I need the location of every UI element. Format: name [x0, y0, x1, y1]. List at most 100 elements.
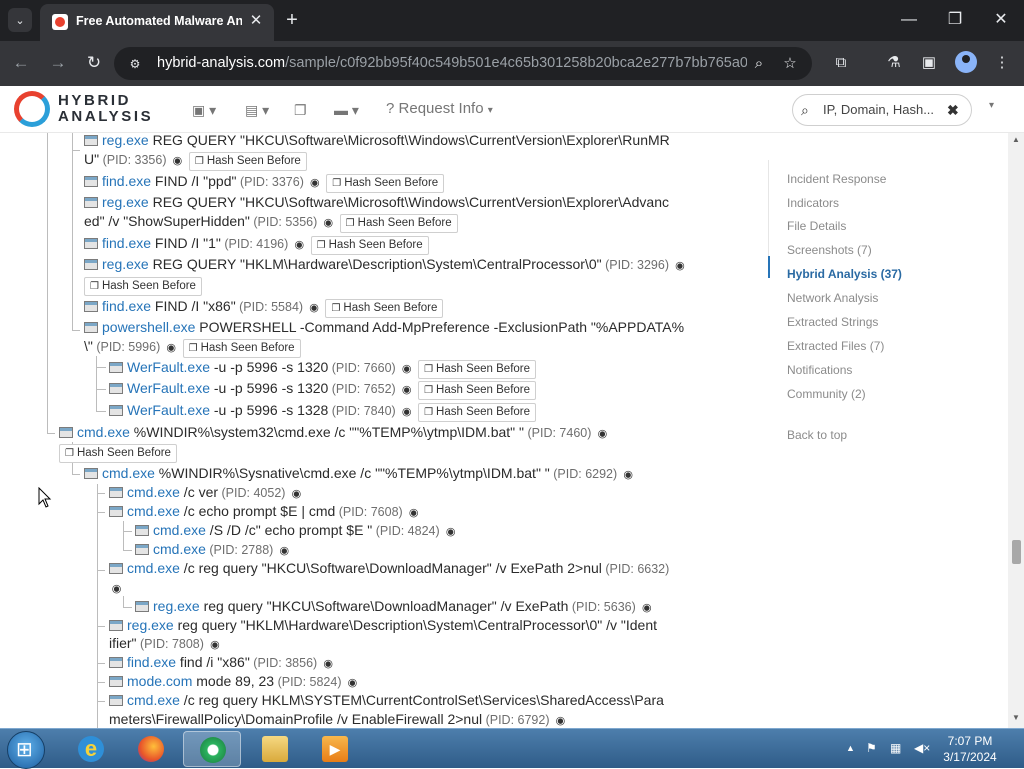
process-name-link[interactable]: cmd.exe	[127, 484, 180, 500]
request-info-menu[interactable]: ? Request Info ▾	[386, 99, 493, 119]
page-nav-item[interactable]: Community (2)	[787, 387, 866, 401]
tab-close-icon[interactable]: ✕	[246, 11, 266, 31]
more-menu-icon[interactable]: ⋮	[991, 52, 1013, 74]
process-name-link[interactable]: cmd.exe	[102, 465, 155, 481]
start-button-icon[interactable]	[7, 731, 45, 769]
site-info-icon[interactable]: ⚙	[126, 55, 144, 73]
process-name-link[interactable]: reg.exe	[127, 617, 174, 633]
process-name-link[interactable]: find.exe	[127, 654, 176, 670]
hybrid-analysis-logo-icon[interactable]	[14, 91, 50, 127]
taskbar-explorer[interactable]	[246, 731, 304, 767]
site-search-box[interactable]: ⌕ IP, Domain, Hash... ✖	[792, 94, 972, 126]
page-nav-item[interactable]: Extracted Strings	[787, 315, 878, 329]
hash-seen-before-button[interactable]: ❐ Hash Seen Before	[418, 403, 537, 422]
taskbar-internet-explorer[interactable]: e	[62, 731, 120, 767]
tray-expand-icon[interactable]: ▲	[846, 743, 855, 753]
taskbar-media-player[interactable]: ▶	[306, 731, 364, 767]
logo-text[interactable]: HYBRID ANALYSIS	[58, 93, 168, 125]
hash-seen-before-button[interactable]: ❐ Hash Seen Before	[182, 339, 301, 358]
tray-volume-muted-icon[interactable]: ◀×	[914, 741, 930, 755]
copy-icon[interactable]: ❐	[294, 100, 307, 120]
eye-slash-icon: ◉	[445, 526, 456, 538]
extensions-puzzle-icon[interactable]: ⧉	[830, 52, 852, 74]
process-name-link[interactable]: find.exe	[102, 173, 151, 189]
process-name-link[interactable]: mode.com	[127, 673, 192, 689]
url-text[interactable]: hybrid-analysis.com/sample/c0f92bb95f40c…	[157, 55, 747, 73]
page-nav-item[interactable]: Hybrid Analysis (37)	[787, 267, 902, 281]
address-bar[interactable]: ⚙ hybrid-analysis.com/sample/c0f92bb95f4…	[114, 47, 812, 80]
process-name-link[interactable]: reg.exe	[102, 133, 149, 148]
clock-date: 3/17/2024	[943, 750, 997, 764]
hash-seen-before-button[interactable]: ❐ Hash Seen Before	[188, 152, 307, 171]
hash-seen-before-button[interactable]: ❐ Hash Seen Before	[84, 277, 202, 296]
page-nav-item[interactable]: Back to top	[787, 428, 847, 442]
search-input[interactable]: IP, Domain, Hash...	[823, 102, 943, 117]
process-name-link[interactable]: WerFault.exe	[127, 402, 210, 418]
page-nav-item[interactable]: Screenshots (7)	[787, 243, 872, 257]
page-nav-item[interactable]: Indicators	[787, 196, 839, 210]
process-name-link[interactable]: cmd.exe	[153, 522, 206, 538]
browser-tab[interactable]: Free Automated Malware Anal ✕	[40, 4, 274, 41]
page-scrollbar[interactable]: ▲ ▼	[1008, 133, 1024, 728]
process-name-link[interactable]: WerFault.exe	[127, 359, 210, 375]
bookmark-star-icon[interactable]: ☆	[780, 54, 800, 74]
process-name-link[interactable]: cmd.exe	[77, 424, 130, 440]
hash-seen-before-button[interactable]: ❐ Hash Seen Before	[325, 299, 444, 318]
tab-search-chevron-icon[interactable]: ⌄	[8, 8, 32, 32]
new-tab-plus-icon[interactable]: +	[282, 8, 302, 32]
taskbar-clock[interactable]: 7:07 PM 3/17/2024	[934, 733, 1006, 765]
minimize-icon[interactable]: —	[897, 8, 921, 32]
tree-row: U" (PID: 3356) ◉ ❐ Hash Seen Before	[84, 150, 307, 171]
process-name-link[interactable]: cmd.exe	[127, 503, 180, 519]
search-options-caret-icon[interactable]: ▾	[989, 100, 994, 111]
process-name-link[interactable]: cmd.exe	[127, 560, 180, 576]
browser-window: ⌄ Free Automated Malware Anal ✕ + — ❐ ✕ …	[0, 0, 1024, 728]
taskbar-firefox[interactable]	[122, 731, 180, 767]
process-name-link[interactable]: find.exe	[102, 298, 151, 314]
back-arrow-icon[interactable]: ←	[8, 51, 34, 75]
hash-seen-before-button[interactable]: ❐ Hash Seen Before	[418, 381, 537, 400]
profile-avatar-icon[interactable]	[955, 51, 977, 73]
tray-network-icon[interactable]: ▦	[890, 741, 901, 755]
forward-arrow-icon[interactable]: →	[45, 51, 71, 75]
process-name-link[interactable]: find.exe	[102, 235, 151, 251]
eye-slash-icon: ◉	[323, 217, 334, 229]
process-name-link[interactable]: cmd.exe	[153, 541, 206, 557]
tree-connector-line	[72, 133, 73, 330]
tray-flag-icon[interactable]: ⚑	[866, 741, 877, 755]
scroll-up-arrow-icon[interactable]: ▲	[1012, 135, 1020, 144]
process-name-link[interactable]: powershell.exe	[102, 319, 195, 335]
page-nav-item[interactable]: Extracted Files (7)	[787, 339, 884, 353]
page-nav-item[interactable]: Network Analysis	[787, 291, 878, 305]
process-name-link[interactable]: cmd.exe	[127, 692, 180, 708]
eye-slash-icon: ◉	[597, 428, 608, 440]
page-nav-item[interactable]: Notifications	[787, 363, 852, 377]
process-tree-panel: reg.exe REG QUERY "HKCU\Software\Microso…	[0, 133, 760, 728]
zoom-search-icon[interactable]: ⌕	[749, 54, 769, 74]
file-menu-icon[interactable]: ▤ ▾	[245, 100, 269, 120]
hash-seen-before-button[interactable]: ❐ Hash Seen Before	[326, 174, 445, 193]
clear-search-icon[interactable]: ✖	[947, 100, 965, 120]
cube-menu-icon[interactable]: ▣ ▾	[192, 100, 216, 120]
side-panel-icon[interactable]: ▣	[918, 52, 940, 74]
process-name-link[interactable]: WerFault.exe	[127, 380, 210, 396]
hash-seen-before-button[interactable]: ❐ Hash Seen Before	[59, 444, 177, 463]
maximize-icon[interactable]: ❐	[943, 8, 967, 32]
window-close-icon[interactable]: ✕	[989, 8, 1013, 32]
folder-menu-icon[interactable]: ▬ ▾	[334, 100, 359, 120]
scroll-down-arrow-icon[interactable]: ▼	[1012, 713, 1020, 722]
page-nav-item[interactable]: Incident Response	[787, 172, 886, 186]
process-name-link[interactable]: reg.exe	[153, 598, 200, 614]
reload-icon[interactable]: ↻	[81, 51, 107, 75]
scroll-thumb[interactable]	[1012, 540, 1021, 564]
hash-seen-before-button[interactable]: ❐ Hash Seen Before	[310, 236, 429, 255]
process-name-link[interactable]: reg.exe	[102, 256, 149, 272]
process-node-icon	[109, 383, 123, 394]
taskbar-chrome-app[interactable]	[183, 731, 241, 767]
firefox-icon	[138, 736, 164, 762]
process-name-link[interactable]: reg.exe	[102, 194, 149, 210]
page-nav-item[interactable]: File Details	[787, 219, 846, 233]
labs-flask-icon[interactable]: ⚗	[883, 52, 905, 74]
hash-seen-before-button[interactable]: ❐ Hash Seen Before	[339, 214, 458, 233]
hash-seen-before-button[interactable]: ❐ Hash Seen Before	[418, 360, 537, 379]
